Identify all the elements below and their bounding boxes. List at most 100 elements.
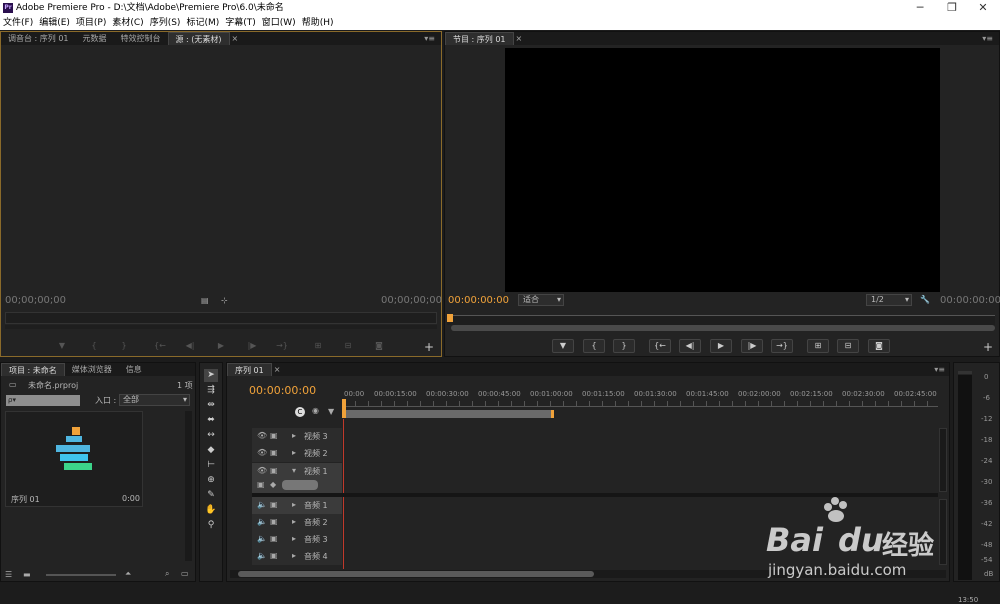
tab-media-browser[interactable]: 媒体浏览器 <box>65 363 119 376</box>
expand-icon[interactable]: ▸ <box>292 534 296 543</box>
program-mark-in-button[interactable]: { <box>583 339 605 353</box>
speaker-icon[interactable]: 🔈 <box>257 551 267 560</box>
close-tab-icon[interactable]: × <box>272 363 283 376</box>
work-area-bar[interactable] <box>342 410 554 418</box>
track-header-video-1[interactable]: 👁 ▣ ▾ 视频 1 ▣ ◆ <box>252 463 342 493</box>
automate-icon[interactable]: ⏶ <box>125 569 131 579</box>
eye-icon[interactable]: 👁 <box>257 466 267 475</box>
slip-tool-icon[interactable]: ⊢ <box>204 459 218 472</box>
wrench-icon[interactable]: 🔧 <box>920 295 930 304</box>
source-mark-out-button[interactable]: } <box>113 339 135 353</box>
display-style-icon[interactable]: ▣ <box>257 480 265 489</box>
resolution-dropdown[interactable]: 1/2 ▾ <box>866 294 912 306</box>
list-view-icon[interactable]: ☰ <box>5 570 12 579</box>
close-tab-icon[interactable]: × <box>230 32 241 45</box>
zoom-tool-icon[interactable]: ⚲ <box>204 519 218 532</box>
keyframe-nav[interactable] <box>282 480 318 490</box>
track-header-audio-4[interactable]: 🔈 ▣ ▸ 音频 4 <box>252 548 342 565</box>
track-header-audio-2[interactable]: 🔈 ▣ ▸ 音频 2 <box>252 514 342 531</box>
expand-icon[interactable]: ▸ <box>292 551 296 560</box>
video-tracks-scrollbar[interactable] <box>939 428 947 492</box>
source-export-frame-button[interactable]: ◙ <box>368 339 390 353</box>
timeline-ruler[interactable]: 00:00 00:00:15:00 00:00:30:00 00:00:45:0… <box>342 389 938 419</box>
marker-icon[interactable]: ▼ <box>328 407 334 416</box>
source-marker-button[interactable]: ▼ <box>51 339 73 353</box>
menu-edit[interactable]: 编辑(E) <box>36 16 73 30</box>
tab-metadata[interactable]: 元数据 <box>76 32 114 45</box>
track-header-video-2[interactable]: 👁 ▣ ▸ 视频 2 <box>252 445 342 462</box>
track-header-video-3[interactable]: 👁 ▣ ▸ 视频 3 <box>252 428 342 445</box>
fit-dropdown[interactable]: 适合 ▾ <box>518 294 564 306</box>
sequence-item-name[interactable]: 序列 01 <box>11 494 40 505</box>
export-frame-button[interactable]: ◙ <box>868 339 890 353</box>
minimize-button[interactable]: ─ <box>905 0 935 16</box>
tab-source[interactable]: 源 : (无素材) <box>167 32 230 45</box>
source-zoom-bar[interactable] <box>5 325 437 329</box>
new-bin-icon[interactable]: ▭ <box>181 569 189 578</box>
lift-button[interactable]: ⊞ <box>807 339 829 353</box>
add-marker-icon[interactable]: ◉ <box>312 406 319 415</box>
find-icon[interactable]: ⌕ <box>165 569 169 579</box>
program-marker-button[interactable]: ▼ <box>552 339 574 353</box>
maximize-button[interactable]: ❐ <box>937 0 967 16</box>
work-area-end-handle[interactable] <box>551 410 554 418</box>
tab-sequence-01[interactable]: 序列 01 <box>227 363 272 376</box>
source-overwrite-button[interactable]: ⊟ <box>337 339 359 353</box>
playhead-icon[interactable] <box>447 314 453 322</box>
program-go-in-button[interactable]: {← <box>649 339 671 353</box>
source-go-out-button[interactable]: →} <box>271 339 293 353</box>
source-step-back-button[interactable]: ◀| <box>179 339 201 353</box>
tab-audio-mixer[interactable]: 调音台 : 序列 01 <box>1 32 76 45</box>
program-go-out-button[interactable]: →} <box>771 339 793 353</box>
panel-menu-icon[interactable]: ▾≡ <box>982 34 993 43</box>
tab-project[interactable]: 项目 : 未命名 <box>1 363 65 376</box>
speaker-icon[interactable]: 🔈 <box>257 534 267 543</box>
panel-menu-icon[interactable]: ▾≡ <box>934 365 945 374</box>
program-video-viewport[interactable] <box>505 48 940 292</box>
track-header-audio-3[interactable]: 🔈 ▣ ▸ 音频 3 <box>252 531 342 548</box>
safe-margins-icon[interactable]: ▤ <box>201 296 209 305</box>
collapse-icon[interactable]: ▾ <box>292 466 296 475</box>
close-tab-icon[interactable]: × <box>514 32 525 45</box>
expand-icon[interactable]: ▸ <box>292 517 296 526</box>
project-search-input[interactable]: ρ▾ <box>6 395 80 406</box>
menu-file[interactable]: 文件(F) <box>0 16 36 30</box>
program-step-fwd-button[interactable]: |▶ <box>741 339 763 353</box>
menu-project[interactable]: 项目(P) <box>73 16 109 30</box>
ripple-edit-tool-icon[interactable]: ⇹ <box>204 399 218 412</box>
menu-marker[interactable]: 标记(M) <box>183 16 222 30</box>
project-scrollbar[interactable] <box>185 411 192 561</box>
program-timecode[interactable]: 00:00:00:00 <box>448 295 509 306</box>
lock-icon[interactable]: ▣ <box>270 534 278 543</box>
track-header-audio-1[interactable]: 🔈 ▣ ▸ 音频 1 <box>252 497 342 514</box>
program-mark-out-button[interactable]: } <box>613 339 635 353</box>
lock-icon[interactable]: ▣ <box>270 500 278 509</box>
expand-icon[interactable]: ▸ <box>292 448 296 457</box>
expand-icon[interactable]: ▸ <box>292 500 296 509</box>
menu-sequence[interactable]: 序列(S) <box>147 16 184 30</box>
extract-button[interactable]: ⊟ <box>837 339 859 353</box>
speaker-icon[interactable]: 🔈 <box>257 517 267 526</box>
tab-info[interactable]: 信息 <box>119 363 149 376</box>
tab-program[interactable]: 节目 : 序列 01 <box>445 32 514 45</box>
source-insert-button[interactable]: ⊞ <box>307 339 329 353</box>
rolling-edit-tool-icon[interactable]: ⬌ <box>204 414 218 427</box>
track-select-tool-icon[interactable]: ⇶ <box>204 384 218 397</box>
source-go-in-button[interactable]: {← <box>149 339 171 353</box>
pen-tool-icon[interactable]: ✎ <box>204 489 218 502</box>
menu-title[interactable]: 字幕(T) <box>222 16 259 30</box>
zoom-slider[interactable] <box>46 574 116 576</box>
source-mark-in-button[interactable]: { <box>83 339 105 353</box>
panel-menu-icon[interactable]: ▾≡ <box>424 34 435 43</box>
program-play-button[interactable]: ▶ <box>710 339 732 353</box>
drag-video-icon[interactable]: ⊹ <box>221 296 228 305</box>
lock-icon[interactable]: ▣ <box>270 551 278 560</box>
program-add-button[interactable]: + <box>983 340 993 354</box>
source-play-button[interactable]: ▶ <box>210 339 232 353</box>
lock-icon[interactable]: ▣ <box>270 448 278 457</box>
speaker-icon[interactable]: 🔈 <box>257 500 267 509</box>
keyframe-icon[interactable]: ◆ <box>270 480 276 489</box>
program-scrubber[interactable] <box>447 315 995 325</box>
selection-tool-icon[interactable]: ➤ <box>204 369 218 382</box>
menu-clip[interactable]: 素材(C) <box>109 16 146 30</box>
